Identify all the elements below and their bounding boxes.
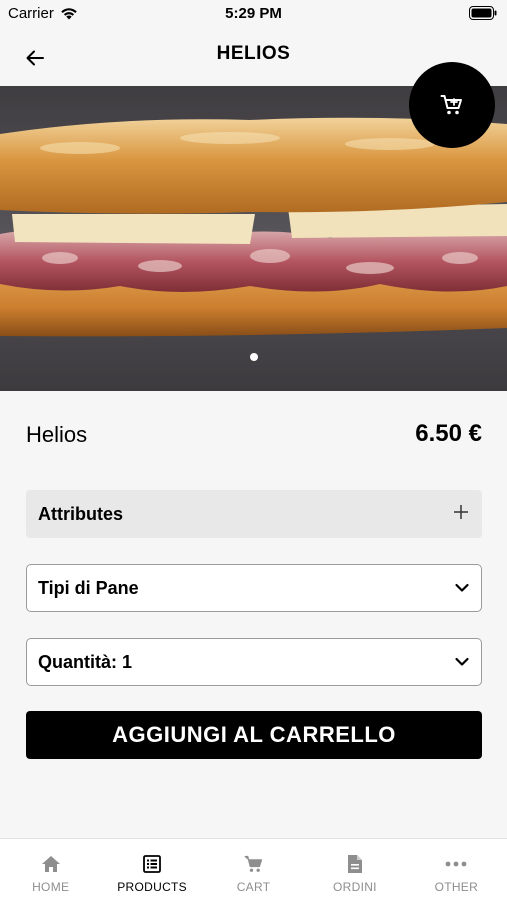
tab-label: PRODUCTS <box>117 880 187 894</box>
tab-label: HOME <box>32 880 70 894</box>
tab-cart[interactable]: CART <box>203 839 304 901</box>
bread-type-select[interactable]: Tipi di Pane <box>26 564 482 612</box>
chevron-down-icon <box>454 654 470 675</box>
quantity-select[interactable]: Quantità: 1 <box>26 638 482 686</box>
home-icon <box>41 853 61 875</box>
product-price: 6.50 € <box>415 420 482 447</box>
tab-label: ORDINI <box>333 880 377 894</box>
tab-other[interactable]: OTHER <box>406 839 507 901</box>
plus-icon <box>452 503 470 526</box>
tab-products[interactable]: PRODUCTS <box>101 839 202 901</box>
more-icon <box>445 853 467 875</box>
status-bar: Carrier 5:29 PM <box>0 0 507 28</box>
battery-icon <box>469 6 497 25</box>
attributes-expander[interactable]: Attributes <box>26 490 482 538</box>
tab-ordini[interactable]: ORDINI <box>304 839 405 901</box>
bottom-tab-bar: HOME PRODUCTS CART ORDINI OTHER <box>0 838 507 901</box>
add-to-cart-button[interactable]: AGGIUNGI AL CARRELLO <box>26 711 482 759</box>
page-title: HELIOS <box>216 43 291 64</box>
status-time: 5:29 PM <box>225 5 282 22</box>
list-icon <box>143 853 162 875</box>
cart-icon <box>244 853 264 875</box>
document-icon <box>347 853 363 875</box>
quantity-label: Quantità: 1 <box>38 652 133 672</box>
chevron-down-icon <box>454 580 470 601</box>
tab-home[interactable]: HOME <box>0 839 101 901</box>
carousel-page-indicator[interactable] <box>250 353 258 361</box>
floating-cart-button[interactable] <box>409 62 495 148</box>
cart-icon <box>440 95 462 115</box>
bread-type-label: Tipi di Pane <box>38 578 139 598</box>
product-name: Helios <box>26 422 88 447</box>
product-info: Helios 6.50 € <box>26 418 482 452</box>
tab-label: CART <box>236 880 271 894</box>
attributes-label: Attributes <box>38 504 123 524</box>
tab-label: OTHER <box>434 880 479 894</box>
